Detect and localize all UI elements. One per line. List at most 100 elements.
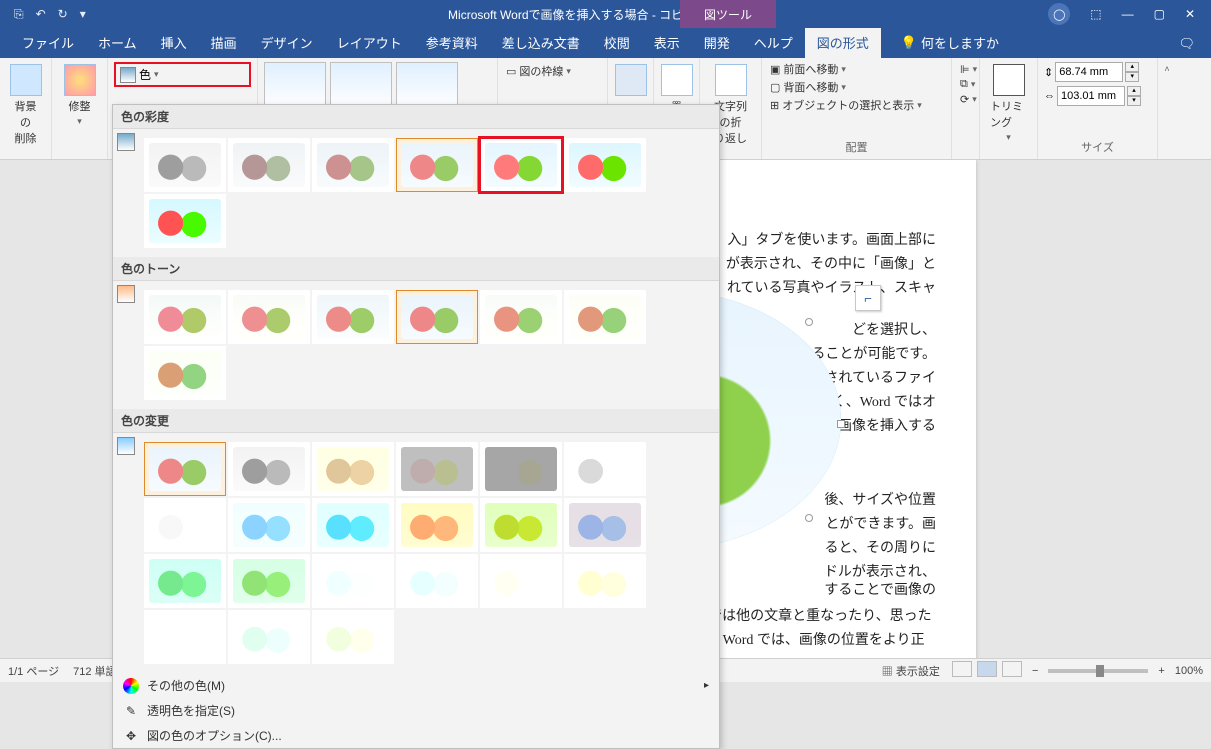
picture-styles-gallery[interactable] bbox=[264, 62, 491, 110]
body-text: 入」タブを使います。画面上部に bbox=[727, 228, 936, 253]
align-button[interactable]: ⊫▾ bbox=[958, 62, 973, 77]
height-spin-down[interactable]: ▾ bbox=[1125, 72, 1139, 82]
word-count[interactable]: 712 単語 bbox=[73, 663, 116, 679]
recolor-option[interactable] bbox=[480, 442, 562, 496]
tone-option[interactable] bbox=[144, 290, 226, 344]
save-icon[interactable]: ⎘ bbox=[14, 7, 24, 22]
recolor-option[interactable] bbox=[564, 442, 646, 496]
height-spin-up[interactable]: ▴ bbox=[1125, 62, 1139, 72]
recolor-option[interactable] bbox=[228, 442, 310, 496]
tab-draw[interactable]: 描画 bbox=[199, 27, 249, 58]
redo-icon[interactable]: ↻ bbox=[58, 7, 68, 21]
more-colors-menu[interactable]: その他の色(M) ▸ bbox=[113, 673, 719, 698]
recolor-option[interactable] bbox=[480, 554, 562, 608]
minimize-icon[interactable]: — bbox=[1122, 7, 1134, 21]
saturation-option[interactable] bbox=[144, 138, 226, 192]
zoom-in-button[interactable]: + bbox=[1158, 665, 1164, 677]
tab-view[interactable]: 表示 bbox=[642, 27, 692, 58]
saturation-option[interactable] bbox=[144, 194, 226, 248]
recolor-option[interactable] bbox=[480, 498, 562, 552]
tab-references[interactable]: 参考資料 bbox=[414, 27, 490, 58]
ribbon-display-options-icon[interactable]: ⬚ bbox=[1090, 7, 1101, 21]
set-transparent-menu[interactable]: ✎ 透明色を指定(S) bbox=[113, 698, 719, 723]
recolor-option[interactable] bbox=[396, 442, 478, 496]
tab-review[interactable]: 校閲 bbox=[592, 27, 642, 58]
tab-help[interactable]: ヘルプ bbox=[742, 27, 805, 58]
corrections-button[interactable]: 修整 ▾ bbox=[58, 62, 101, 129]
recolor-option[interactable] bbox=[396, 498, 478, 552]
recolor-option[interactable] bbox=[396, 554, 478, 608]
selection-pane-button[interactable]: ⊞オブジェクトの選択と表示▾ bbox=[768, 96, 945, 114]
tab-file[interactable]: ファイル bbox=[10, 27, 86, 58]
recolor-option[interactable] bbox=[312, 610, 394, 664]
recolor-option[interactable] bbox=[144, 498, 226, 552]
tone-option[interactable] bbox=[396, 290, 478, 344]
recolor-option[interactable] bbox=[144, 610, 226, 664]
width-spin-down[interactable]: ▾ bbox=[1127, 96, 1141, 106]
rotate-button[interactable]: ⟳▾ bbox=[958, 92, 973, 107]
tone-option[interactable] bbox=[564, 290, 646, 344]
tell-me[interactable]: 💡 何をしますか bbox=[891, 27, 1009, 58]
recolor-option[interactable] bbox=[312, 442, 394, 496]
tab-design[interactable]: デザイン bbox=[249, 27, 325, 58]
width-input[interactable]: 103.01 mm bbox=[1057, 86, 1125, 106]
maximize-icon[interactable]: ▢ bbox=[1154, 7, 1165, 21]
qat-more-icon[interactable]: ▾ bbox=[80, 7, 86, 21]
zoom-level[interactable]: 100% bbox=[1175, 665, 1203, 677]
recolor-option[interactable] bbox=[228, 610, 310, 664]
picture-border-button[interactable]: ▭ 図の枠線▾ bbox=[504, 62, 601, 80]
recolor-option[interactable] bbox=[564, 498, 646, 552]
picture-style-thumb[interactable] bbox=[264, 62, 326, 110]
tone-option[interactable] bbox=[228, 290, 310, 344]
layout-options-button[interactable]: ⌐ bbox=[855, 285, 881, 311]
height-input[interactable]: 68.74 mm bbox=[1055, 62, 1123, 82]
display-settings[interactable]: ▦ 表示設定 bbox=[882, 663, 940, 679]
picture-style-thumb[interactable] bbox=[396, 62, 458, 110]
undo-icon[interactable]: ↶ bbox=[36, 7, 46, 21]
bring-forward-button[interactable]: ▣前面へ移動▾ bbox=[768, 60, 945, 78]
recolor-option[interactable] bbox=[564, 554, 646, 608]
tab-layout[interactable]: レイアウト bbox=[325, 27, 414, 58]
saturation-option[interactable] bbox=[228, 138, 310, 192]
send-backward-button[interactable]: ▢背面へ移動▾ bbox=[768, 78, 945, 96]
picture-style-thumb[interactable] bbox=[330, 62, 392, 110]
picture-color-options-menu[interactable]: ✥ 図の色のオプション(C)... bbox=[113, 723, 719, 748]
color-button[interactable]: 色 ▾ bbox=[114, 62, 251, 87]
group-button[interactable]: ⧉▾ bbox=[958, 77, 973, 92]
close-icon[interactable]: ✕ bbox=[1185, 7, 1195, 21]
recolor-option[interactable] bbox=[144, 442, 226, 496]
recolor-option[interactable] bbox=[144, 554, 226, 608]
user-avatar[interactable]: ◯ bbox=[1048, 3, 1070, 25]
saturation-option[interactable] bbox=[396, 138, 478, 192]
tone-option[interactable] bbox=[144, 346, 226, 400]
saturation-option-highlighted[interactable] bbox=[480, 138, 562, 192]
picture-layout-button[interactable] bbox=[614, 62, 647, 98]
width-spin-up[interactable]: ▴ bbox=[1127, 86, 1141, 96]
recolor-option[interactable] bbox=[228, 498, 310, 552]
recolor-option[interactable] bbox=[312, 498, 394, 552]
web-layout-view[interactable] bbox=[1002, 661, 1022, 677]
collapse-ribbon-icon[interactable]: ˄ bbox=[1164, 64, 1169, 74]
zoom-out-button[interactable]: − bbox=[1032, 665, 1038, 677]
tab-developer[interactable]: 開発 bbox=[692, 27, 742, 58]
contextual-tab-label: 図ツール bbox=[680, 0, 776, 28]
crop-button[interactable]: トリミング ▾ bbox=[986, 62, 1031, 145]
remove-background-button[interactable]: 背景の 削除 bbox=[6, 62, 45, 148]
tab-home[interactable]: ホーム bbox=[86, 27, 149, 58]
share-button[interactable]: 🗨 bbox=[1162, 30, 1211, 58]
tone-option[interactable] bbox=[480, 290, 562, 344]
layout-options-icon: ⌐ bbox=[864, 291, 872, 306]
tab-insert[interactable]: 挿入 bbox=[149, 27, 199, 58]
print-layout-view[interactable] bbox=[977, 661, 997, 677]
recolor-option[interactable] bbox=[228, 554, 310, 608]
saturation-option[interactable] bbox=[312, 138, 394, 192]
tone-option[interactable] bbox=[312, 290, 394, 344]
read-mode-view[interactable] bbox=[952, 661, 972, 677]
zoom-slider[interactable] bbox=[1048, 669, 1148, 673]
page-count[interactable]: 1/1 ページ bbox=[8, 663, 59, 679]
saturation-option[interactable] bbox=[564, 138, 646, 192]
tab-picture-format[interactable]: 図の形式 bbox=[805, 27, 881, 58]
picture-border-icon: ▭ bbox=[506, 65, 516, 78]
tab-mailings[interactable]: 差し込み文書 bbox=[490, 27, 592, 58]
recolor-option[interactable] bbox=[312, 554, 394, 608]
